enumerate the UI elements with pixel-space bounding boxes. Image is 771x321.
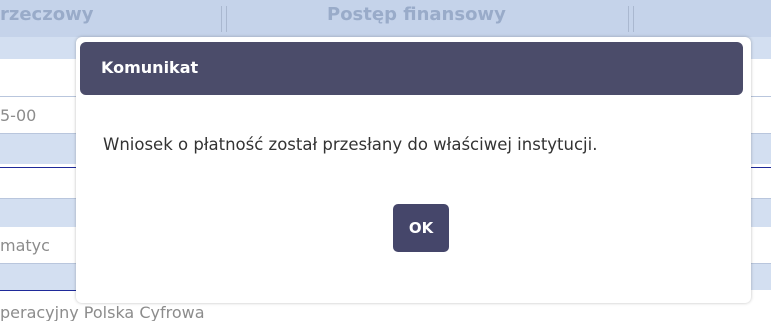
table-cell-text: matyc (0, 236, 50, 255)
ok-button[interactable]: OK (393, 204, 449, 252)
tab-rzeczowy[interactable]: rzeczowy (0, 4, 93, 25)
dialog-title: Komunikat (101, 58, 199, 77)
dialog-header: Komunikat (80, 42, 743, 95)
tab-separator (633, 6, 634, 32)
tab-postep-finansowy[interactable]: Postęp finansowy (327, 4, 506, 25)
tab-separator (628, 6, 629, 32)
dialog-message: Wniosek o płatność został przesłany do w… (103, 135, 598, 154)
table-cell-text: peracyjny Polska Cyfrowa (0, 303, 205, 321)
message-dialog: Komunikat Wniosek o płatność został prze… (76, 37, 751, 303)
tab-separator (221, 6, 222, 32)
tab-bar: rzeczowy Postęp finansowy (0, 0, 771, 37)
tab-separator (226, 6, 227, 32)
table-cell-text: 5-00 (0, 106, 37, 125)
